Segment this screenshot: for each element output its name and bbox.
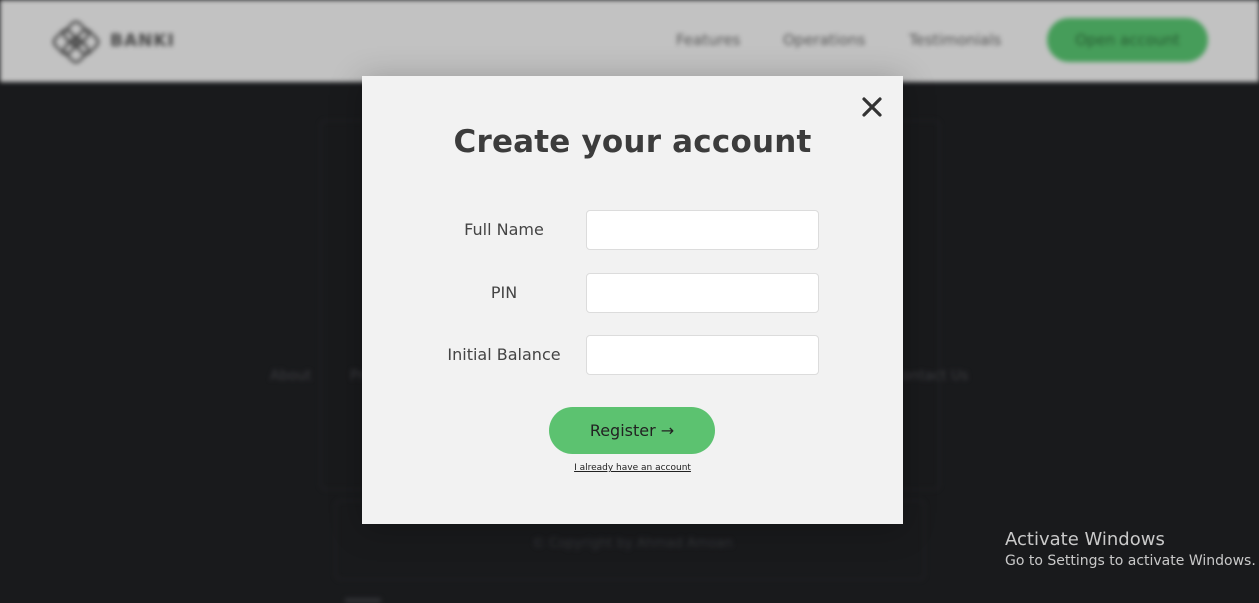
register-button[interactable]: Register →	[549, 407, 715, 454]
watermark-title: Activate Windows	[1005, 529, 1165, 550]
watermark-subtitle: Go to Settings to activate Windows.	[1005, 553, 1256, 569]
initial-balance-input[interactable]	[586, 335, 819, 375]
full-name-label: Full Name	[464, 220, 544, 239]
close-icon[interactable]	[861, 96, 883, 118]
create-account-modal: Create your account Full Name PIN Initia…	[362, 76, 903, 524]
modal-title: Create your account	[453, 124, 812, 160]
full-name-input[interactable]	[586, 210, 819, 250]
form-row-full-name: Full Name	[362, 210, 903, 250]
existing-account-link[interactable]: I already have an account	[362, 463, 903, 473]
activate-windows-watermark: Activate Windows Go to Settings to activ…	[1005, 529, 1256, 569]
pin-label: PIN	[490, 283, 518, 302]
pin-input[interactable]	[586, 273, 819, 313]
initial-balance-label: Initial Balance	[447, 345, 561, 364]
form-row-pin: PIN	[362, 273, 903, 313]
form-row-initial-balance: Initial Balance	[362, 335, 903, 375]
